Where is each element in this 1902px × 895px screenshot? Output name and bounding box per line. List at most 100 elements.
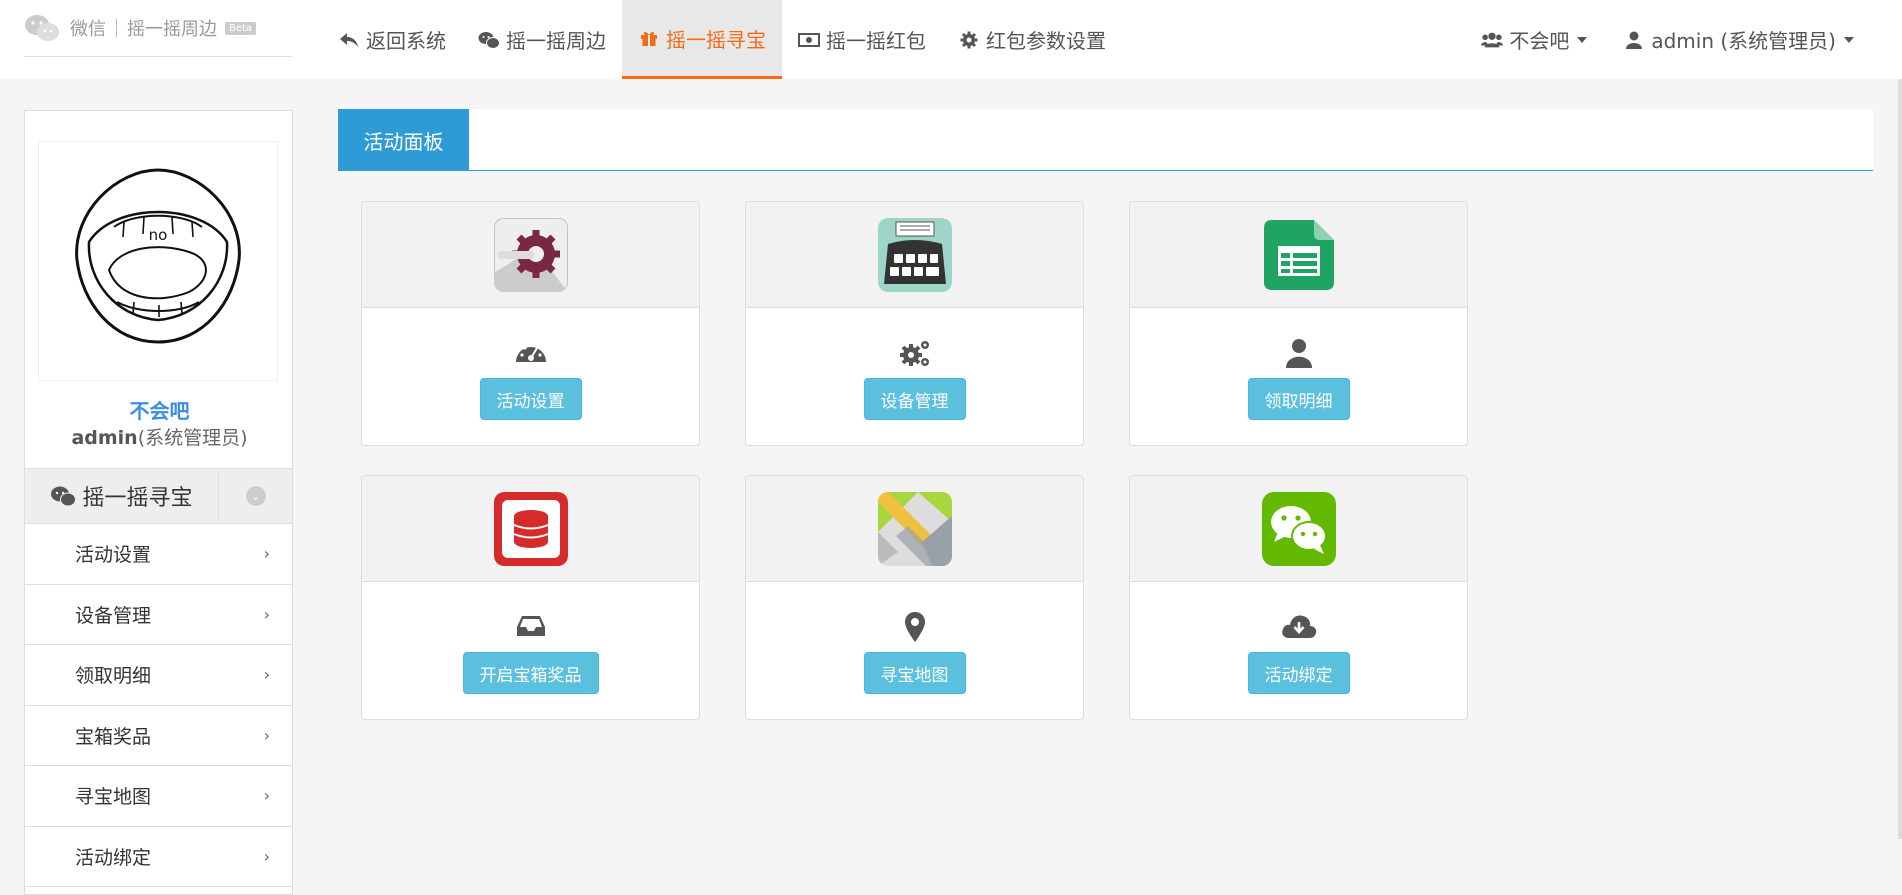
card-header xyxy=(746,202,1083,308)
card-body: 领取明细 xyxy=(1130,308,1467,445)
activity-binding-button[interactable]: 活动绑定 xyxy=(1247,652,1350,694)
group-dropdown[interactable]: 不会吧 xyxy=(1463,0,1605,79)
treasure-map-button[interactable]: 寻宝地图 xyxy=(863,652,966,694)
sidebar-item-label: 领取明细 xyxy=(75,665,152,688)
card-device-management: 设备管理 xyxy=(745,201,1084,446)
dashboard-icon xyxy=(362,338,699,368)
sidebar-item-claim-details[interactable]: 领取明细 › xyxy=(25,645,292,706)
money-icon xyxy=(798,29,820,51)
chevron-down-circle-icon: ⌄ xyxy=(245,486,266,506)
wechat-logo-icon xyxy=(25,15,59,41)
brand-divider xyxy=(116,19,117,37)
nav-label: 摇一摇红包 xyxy=(826,29,926,53)
spreadsheet-app-icon xyxy=(1263,219,1334,290)
chevron-right-icon: › xyxy=(263,725,270,745)
panel-header: 活动面板 xyxy=(338,109,1873,171)
card-claim-details: 领取明细 xyxy=(1129,201,1468,446)
nav-right: 不会吧 admin (系统管理员) xyxy=(1463,0,1872,79)
chevron-right-icon: › xyxy=(263,665,270,685)
card-header xyxy=(362,476,699,582)
card-body: 寻宝地图 xyxy=(746,582,1083,719)
sidebar-item-label: 设备管理 xyxy=(75,604,152,627)
sidebar-item-label: 宝箱奖品 xyxy=(75,725,152,748)
sidebar-item-activity-settings[interactable]: 活动设置 › xyxy=(25,524,292,585)
user-dropdown[interactable]: admin (系统管理员) xyxy=(1605,0,1872,79)
cogs-icon xyxy=(746,338,1083,368)
card-body: 开启宝箱奖品 xyxy=(362,582,699,719)
avatar-text: no xyxy=(149,226,168,244)
brand-name: 微信 xyxy=(70,19,106,40)
scrollbar[interactable] xyxy=(1898,79,1902,839)
sidebar-item-label: 活动绑定 xyxy=(75,846,152,869)
nav-redpacket-settings[interactable]: 红包参数设置 xyxy=(942,0,1122,79)
user-role: admin(系统管理员) xyxy=(25,423,294,450)
maps-app-icon xyxy=(877,491,952,566)
sidebar-item-label: 寻宝地图 xyxy=(75,786,152,809)
open-treasure-prizes-button[interactable]: 开启宝箱奖品 xyxy=(462,652,599,694)
chevron-right-icon: › xyxy=(263,786,270,806)
wechat-app-icon xyxy=(1261,491,1336,566)
sidebar-item-treasure-map[interactable]: 寻宝地图 › xyxy=(25,766,292,827)
device-management-button[interactable]: 设备管理 xyxy=(863,378,966,420)
users-icon xyxy=(1481,29,1504,51)
sidebar-menu-header: 摇一摇寻宝 ⌄ xyxy=(25,468,292,524)
card-activity-settings: 活动设置 xyxy=(361,201,700,446)
claim-details-button[interactable]: 领取明细 xyxy=(1247,378,1350,420)
sidebar-menu: 活动设置 › 设备管理 › 领取明细 › 宝箱奖品 › 寻宝地图 › 活动绑定 › xyxy=(25,524,292,887)
wechat-icon xyxy=(478,29,500,51)
card-activity-binding: 活动绑定 xyxy=(1129,475,1468,720)
card-treasure-map: 寻宝地图 xyxy=(745,475,1084,720)
settings-app-icon xyxy=(493,217,568,292)
chevron-right-icon: › xyxy=(263,604,270,624)
group-label: 不会吧 xyxy=(1509,29,1570,53)
brand[interactable]: 微信 摇一摇周边 Beta xyxy=(24,0,292,57)
inbox-icon xyxy=(362,612,699,642)
user-login: admin xyxy=(71,427,138,449)
sidebar-item-treasure-prizes[interactable]: 宝箱奖品 › xyxy=(25,706,292,766)
nav-shake-redpacket[interactable]: 摇一摇红包 xyxy=(782,0,942,79)
nav-label: 返回系统 xyxy=(366,29,446,53)
gear-icon xyxy=(958,29,980,51)
sidebar-item-device-management[interactable]: 设备管理 › xyxy=(25,585,292,645)
sidebar-item-activity-binding[interactable]: 活动绑定 › xyxy=(25,827,292,887)
card-header xyxy=(746,476,1083,582)
cloud-download-icon xyxy=(1130,612,1467,642)
nav-shake-nearby[interactable]: 摇一摇周边 xyxy=(462,0,622,79)
main-nav: 返回系统 摇一摇周边 摇一摇寻宝 摇一摇红包 红包参数设置 xyxy=(322,0,1122,79)
caret-down-icon xyxy=(1844,36,1854,43)
user-name: 不会吧 xyxy=(129,399,190,423)
activity-settings-button[interactable]: 活动设置 xyxy=(479,378,582,420)
nav-label: 红包参数设置 xyxy=(986,29,1106,53)
nav-label: 摇一摇周边 xyxy=(506,29,606,53)
nav-shake-treasure[interactable]: 摇一摇寻宝 xyxy=(622,0,782,79)
reply-icon xyxy=(338,29,360,51)
card-header xyxy=(1130,476,1467,582)
chevron-right-icon: › xyxy=(263,846,270,866)
card-header xyxy=(362,202,699,308)
sidebar-menu-title[interactable]: 摇一摇寻宝 xyxy=(25,468,219,524)
brand-product: 摇一摇周边 xyxy=(127,19,217,40)
card-body: 设备管理 xyxy=(746,308,1083,445)
nav-back-system[interactable]: 返回系统 xyxy=(322,0,462,79)
user-label: admin (系统管理员) xyxy=(1651,29,1836,53)
database-app-icon xyxy=(493,491,568,566)
caret-down-icon xyxy=(1577,36,1588,43)
user-icon xyxy=(1130,338,1467,368)
gift-icon xyxy=(638,27,660,49)
tab-activity-panel[interactable]: 活动面板 xyxy=(338,109,469,171)
avatar: no xyxy=(38,141,278,381)
typewriter-app-icon xyxy=(877,217,952,292)
card-open-treasure-prizes: 开启宝箱奖品 xyxy=(361,475,700,720)
user-icon xyxy=(1623,29,1645,51)
beta-badge: Beta xyxy=(225,21,257,35)
open-mouth-avatar-icon: no xyxy=(75,168,241,344)
card-body: 活动绑定 xyxy=(1130,582,1467,719)
wechat-icon xyxy=(51,486,77,507)
card-body: 活动设置 xyxy=(362,308,699,445)
card-header xyxy=(1130,202,1467,308)
user-role-label: (系统管理员) xyxy=(137,427,248,449)
chevron-right-icon: › xyxy=(263,544,270,564)
menu-title-label: 摇一摇寻宝 xyxy=(82,486,193,511)
sidebar-collapse-toggle[interactable]: ⌄ xyxy=(219,486,292,506)
nav-label: 摇一摇寻宝 xyxy=(666,27,766,52)
